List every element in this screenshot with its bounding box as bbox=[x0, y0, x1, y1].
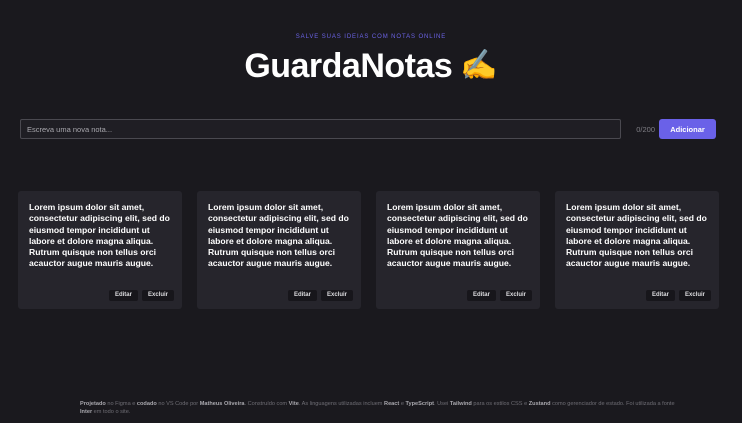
note-text: Lorem ipsum dolor sit amet, consectetur … bbox=[29, 202, 170, 269]
note-card: Lorem ipsum dolor sit amet, consectetur … bbox=[555, 191, 719, 309]
app-page: SALVE SUAS IDEIAS COM NOTAS ONLINE Guard… bbox=[0, 0, 742, 423]
footer-text: Tailwind bbox=[449, 401, 472, 407]
note-actions: Editar Excluir bbox=[287, 290, 353, 301]
page-tagline: SALVE SUAS IDEIAS COM NOTAS ONLINE bbox=[295, 34, 447, 40]
notes-grid: Lorem ipsum dolor sit amet, consectetur … bbox=[18, 191, 719, 309]
delete-note-button[interactable]: Excluir bbox=[320, 290, 353, 301]
new-note-input[interactable] bbox=[20, 119, 621, 139]
edit-note-button[interactable]: Editar bbox=[466, 290, 496, 301]
footer-text: Inter bbox=[80, 409, 93, 416]
edit-note-button[interactable]: Editar bbox=[108, 290, 138, 301]
edit-note-button[interactable]: Editar bbox=[645, 290, 675, 301]
note-text: Lorem ipsum dolor sit amet, consectetur … bbox=[387, 202, 528, 269]
note-actions: Editar Excluir bbox=[108, 290, 174, 301]
delete-note-button[interactable]: Excluir bbox=[678, 290, 711, 301]
note-card: Lorem ipsum dolor sit amet, consectetur … bbox=[376, 191, 540, 309]
footer-text: . Construído com bbox=[244, 401, 289, 407]
footer-text: em todo o site. bbox=[92, 409, 131, 416]
edit-note-button[interactable]: Editar bbox=[287, 290, 317, 301]
note-card: Lorem ipsum dolor sit amet, consectetur … bbox=[197, 191, 361, 309]
footer-text: Vite bbox=[288, 401, 299, 407]
footer-text: para os estilos CSS e bbox=[471, 401, 529, 407]
footer-text: Matheus Oliveira bbox=[199, 401, 245, 407]
note-actions: Editar Excluir bbox=[645, 290, 711, 301]
note-text: Lorem ipsum dolor sit amet, consectetur … bbox=[566, 202, 707, 269]
footer-text: TypeScript bbox=[405, 401, 435, 407]
writing-hand-icon: ✍️ bbox=[460, 49, 498, 82]
delete-note-button[interactable]: Excluir bbox=[499, 290, 532, 301]
footer-text: . As linguagens utilizadas incluem bbox=[298, 401, 385, 407]
footer-text: Projetado bbox=[80, 401, 106, 407]
note-text: Lorem ipsum dolor sit amet, consectetur … bbox=[208, 202, 349, 269]
add-note-button[interactable]: Adicionar bbox=[659, 119, 716, 139]
page-title: GuardaNotas bbox=[244, 47, 453, 85]
note-actions: Editar Excluir bbox=[466, 290, 532, 301]
note-card: Lorem ipsum dolor sit amet, consectetur … bbox=[18, 191, 182, 309]
page-footer: Projetado no Figma e codado no VS Code p… bbox=[80, 400, 680, 417]
note-composer: 0/200 Adicionar bbox=[20, 118, 716, 140]
footer-text: no VS Code por bbox=[156, 401, 200, 407]
footer-text: codado bbox=[136, 401, 157, 407]
footer-text: . Usei bbox=[434, 401, 450, 407]
footer-text: no Figma e bbox=[105, 401, 137, 407]
delete-note-button[interactable]: Excluir bbox=[141, 290, 174, 301]
footer-text: como gerenciador de estado. Foi utilizad… bbox=[550, 401, 675, 407]
footer-text: Zustand bbox=[528, 401, 551, 407]
footer-text: React bbox=[384, 401, 400, 407]
character-counter: 0/200 bbox=[636, 124, 655, 134]
page-header: GuardaNotas ✍️ bbox=[0, 46, 742, 86]
